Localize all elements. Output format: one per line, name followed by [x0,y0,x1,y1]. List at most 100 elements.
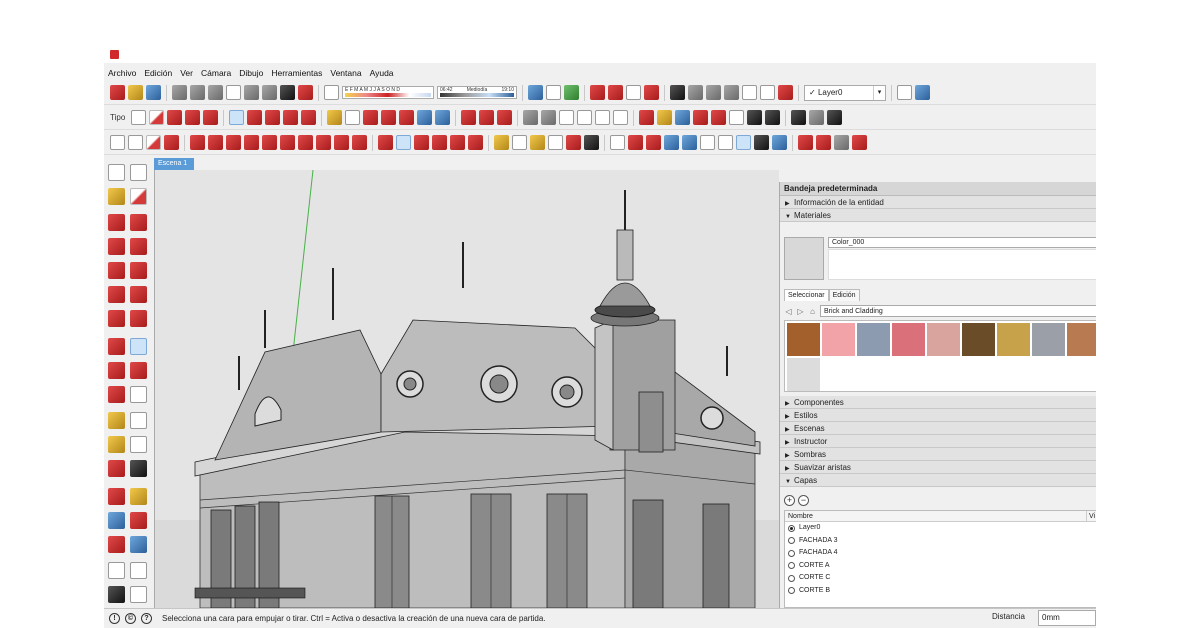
stamp-icon[interactable] [646,135,661,150]
walk-icon[interactable] [706,85,721,100]
back-edges-icon[interactable] [736,135,751,150]
follow-me-icon[interactable] [657,110,673,125]
material-swatch[interactable] [892,323,925,356]
entity-info-section[interactable]: ▶ Información de la entidad [780,196,1096,209]
erase-icon[interactable] [226,85,241,100]
tab-select[interactable]: Seleccionar [784,289,829,301]
measurements-box[interactable]: 0mm [1038,610,1096,626]
layer-row[interactable]: FACHADA 3 [785,535,1096,548]
move-icon-3[interactable] [378,135,393,150]
menu-archivo[interactable]: Archivo [104,66,140,80]
rectangle-icon[interactable] [203,110,219,125]
xray-icon[interactable] [718,135,733,150]
credits-icon[interactable]: © [125,613,136,624]
walk-tool-icon[interactable] [108,586,125,603]
zoom-icon[interactable] [417,110,433,125]
paint-icon[interactable] [164,135,179,150]
section-fill-icon[interactable] [778,85,793,100]
solid-tools-icon[interactable] [816,135,831,150]
layer-radio[interactable] [788,574,795,582]
back-view-icon[interactable] [595,110,611,125]
home-icon[interactable]: ⌂ [808,307,817,316]
material-swatch[interactable] [1032,323,1065,356]
warehouse-icon-2[interactable] [461,110,477,125]
section-plane-icon[interactable] [724,85,739,100]
zoom-window-icon[interactable] [675,110,691,125]
line-icon[interactable] [190,135,205,150]
share-model-icon[interactable] [608,85,623,100]
share-model-icon-2[interactable] [479,110,495,125]
axes-icon[interactable] [729,110,745,125]
drape-icon[interactable] [664,135,679,150]
rotate-tool-icon[interactable] [108,362,125,379]
rotated-rectangle-icon[interactable] [244,135,259,150]
eraser-icon-2[interactable] [146,135,161,150]
orbit-tool-icon[interactable] [108,488,125,505]
layers-section[interactable]: ▼ Capas [780,474,1096,487]
add-location-icon[interactable] [546,85,561,100]
sandbox-icon[interactable] [610,135,625,150]
layer-radio[interactable] [788,587,795,595]
protractor-tool-icon[interactable] [108,436,125,453]
shadow-time-slider[interactable]: 06:42 Mediodía 19:10 [437,86,517,99]
polygon-tool-icon[interactable] [130,262,147,279]
save-icon[interactable] [146,85,161,100]
share-component-icon[interactable] [626,85,641,100]
eraser-icon[interactable] [149,110,165,125]
open-file-icon[interactable] [128,85,143,100]
offset-icon-2[interactable] [468,135,483,150]
menu-ver[interactable]: Ver [176,66,197,80]
components-section[interactable]: ▶ Componentes [780,396,1096,409]
layer-radio[interactable] [788,562,795,570]
circle-icon[interactable] [262,135,277,150]
layer-radio[interactable] [788,537,795,545]
geo-location-icon[interactable] [528,85,543,100]
previous-view-tool-icon[interactable] [130,536,147,553]
rotated-rect-tool-icon[interactable] [130,238,147,255]
look-around-icon[interactable] [688,85,703,100]
two-point-arc-icon[interactable] [316,135,331,150]
wireframe-icon[interactable] [754,135,769,150]
left-view-icon[interactable] [613,110,629,125]
hidden-line-icon[interactable] [791,110,807,125]
menu-edicion[interactable]: Edición [140,66,176,80]
flip-edge-icon[interactable] [700,135,715,150]
shadow-date-slider[interactable]: E F M A M J J A S O N D [342,86,434,99]
layer-name-column[interactable]: Nombre [788,511,813,521]
scale-icon-2[interactable] [450,135,465,150]
copy-icon[interactable] [190,85,205,100]
rotate-icon[interactable] [265,110,281,125]
right-view-icon[interactable] [577,110,593,125]
position-camera-icon[interactable] [711,110,727,125]
select-icon[interactable] [110,135,125,150]
look-around-tool-icon[interactable] [130,562,147,579]
rectangle-tool-icon[interactable] [108,238,125,255]
follow-me-tool-icon[interactable] [130,362,147,379]
outliner-icon[interactable] [798,135,813,150]
shaded-icon[interactable] [809,110,825,125]
tape-tool-icon[interactable] [108,412,125,429]
material-swatch[interactable] [787,358,820,391]
polygon-icon[interactable] [280,135,295,150]
make-component-icon[interactable] [128,135,143,150]
chevron-down-icon[interactable]: ▾ [873,85,885,100]
redo-icon[interactable] [262,85,277,100]
layer-dropdown[interactable]: ✓ Layer0 ▾ [804,84,886,101]
paint-tool-icon[interactable] [108,188,125,205]
pie-icon[interactable] [352,135,367,150]
two-point-arc-tool-icon[interactable] [130,286,147,303]
warehouse-icon[interactable] [590,85,605,100]
layer-radio[interactable] [788,549,795,557]
move-icon[interactable] [247,110,263,125]
select-arrow-icon[interactable] [131,110,147,125]
monochrome-icon[interactable] [827,110,843,125]
select-tool-icon[interactable] [108,164,125,181]
paste-icon[interactable] [208,85,223,100]
layer-row[interactable]: CORTE A [785,560,1096,573]
zoom-extents-tool-icon[interactable] [108,536,125,553]
section-plane-tool-icon[interactable] [130,586,147,603]
scale-tool-icon[interactable] [108,386,125,403]
print-icon[interactable] [280,85,295,100]
forward-arrow-icon[interactable]: ▷ [796,307,805,316]
material-name-field[interactable]: Color_000 [828,237,1096,248]
